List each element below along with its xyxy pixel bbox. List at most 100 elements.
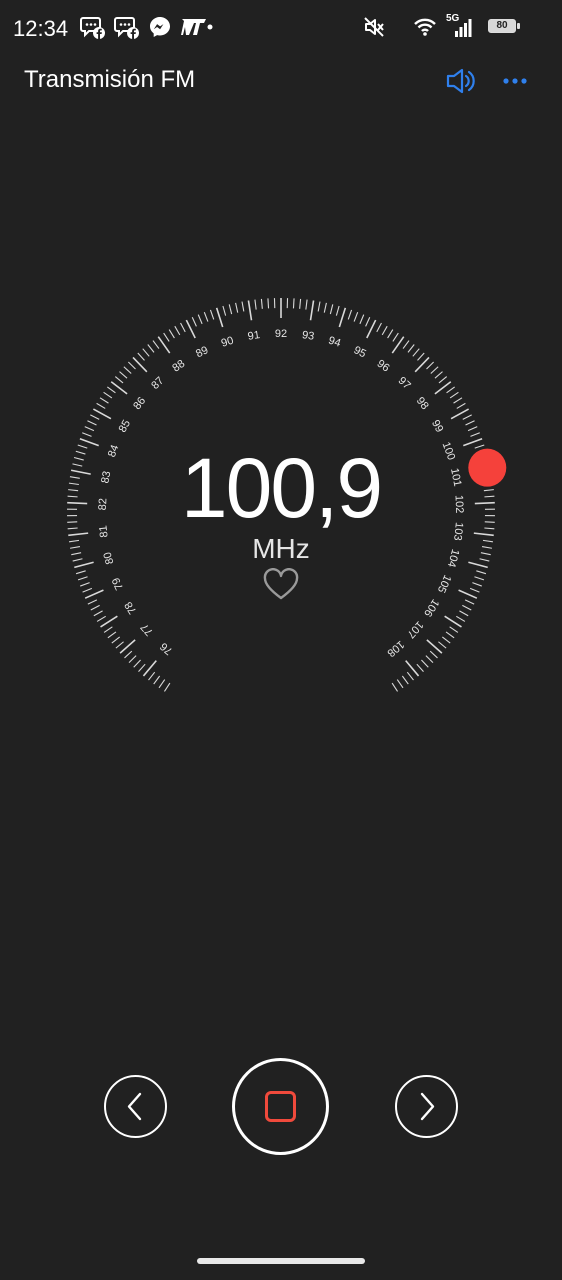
dial-label: 97 <box>396 375 413 392</box>
dial-tick <box>90 414 100 420</box>
dial-tick <box>203 312 209 322</box>
dial-tick <box>77 576 88 581</box>
dial-tick <box>127 361 136 370</box>
dial-tick <box>148 671 156 681</box>
dial-tick <box>138 663 146 673</box>
dial-tick <box>462 604 472 611</box>
chevron-left-icon <box>127 1092 142 1121</box>
dial-label: 108 <box>385 638 407 659</box>
dial-label: 86 <box>131 395 148 412</box>
dial-tick <box>247 300 253 321</box>
dial-tick <box>152 340 160 349</box>
dial-tick <box>82 432 92 437</box>
dial-tick <box>82 587 93 593</box>
dial-tick <box>474 576 485 581</box>
more-dots-icon[interactable] <box>500 66 532 96</box>
dial-tick <box>90 604 100 611</box>
dial-label: 76 <box>158 640 175 657</box>
dial-tick <box>87 599 98 605</box>
dial-label: 96 <box>375 358 392 375</box>
dial-tick <box>470 432 480 437</box>
dial-tick <box>292 298 295 309</box>
dial-tick <box>107 631 117 639</box>
dial-tick <box>209 309 215 320</box>
dial-label: 85 <box>117 418 133 435</box>
dial-tick <box>391 682 399 692</box>
dial-tick <box>115 641 124 649</box>
dial-label: 79 <box>110 576 126 592</box>
battery-icon: 80 <box>488 19 520 35</box>
dial-tick <box>353 312 359 322</box>
dial-tick <box>412 348 420 357</box>
dial-tick <box>407 344 415 353</box>
dial-tick <box>401 675 409 685</box>
dial-tick <box>222 305 227 316</box>
dial-tick <box>228 304 233 315</box>
dial-tick <box>96 615 106 622</box>
dial-tick <box>430 366 439 374</box>
dial-tick <box>163 332 170 342</box>
dial-label: 90 <box>220 335 235 350</box>
dial-tick <box>438 641 447 649</box>
dial-tick <box>449 626 459 633</box>
dial-tick <box>453 397 463 404</box>
dial-tick <box>458 589 478 599</box>
dial-tick <box>132 356 148 373</box>
dial-tick <box>429 650 438 659</box>
home-indicator[interactable] <box>197 1258 365 1264</box>
frequency-unit: MHz <box>252 533 310 564</box>
dial-tick <box>99 397 109 404</box>
dial-tick <box>414 356 430 373</box>
dial-tick <box>123 366 132 374</box>
stop-radio-button[interactable] <box>232 1058 329 1155</box>
mute-icon <box>364 17 384 37</box>
dial-tick <box>459 610 469 617</box>
dial-tick <box>260 298 263 309</box>
dial-tick <box>365 317 371 327</box>
dial-label: 87 <box>149 375 166 392</box>
dial-label: 77 <box>139 621 156 638</box>
dial-tick <box>84 426 95 432</box>
dial-tick <box>359 314 365 325</box>
battery-level: 80 <box>496 20 508 31</box>
dial-label: 92 <box>275 328 287 340</box>
dial-label: 91 <box>247 329 261 343</box>
status-notification-icons <box>80 14 214 40</box>
dial-tick <box>163 682 171 692</box>
dial-tick <box>80 582 90 587</box>
dial-tick <box>338 307 347 328</box>
dial-tick <box>309 300 315 321</box>
dial-tick <box>416 663 424 673</box>
dial-tick <box>317 301 321 312</box>
dial-tick <box>128 655 137 664</box>
dial-tick <box>449 391 459 399</box>
dial-tick <box>335 305 340 316</box>
dial-tick <box>185 319 196 339</box>
dial-tick <box>103 626 113 633</box>
dial-tick <box>87 420 97 426</box>
dial-tick <box>381 325 388 336</box>
dial-tick <box>119 639 136 654</box>
wifi-icon <box>414 18 436 36</box>
heart-outline-icon[interactable] <box>262 568 300 602</box>
dial-tick <box>133 659 141 668</box>
dial-tick <box>366 319 377 339</box>
dial-tick <box>215 307 224 328</box>
dial-tick <box>392 332 399 342</box>
dial-tick <box>425 655 434 664</box>
dial-label: 105 <box>435 573 453 595</box>
dial-tick <box>376 322 382 333</box>
dial-tick <box>158 679 166 689</box>
previous-station-button[interactable] <box>104 1075 167 1138</box>
speaker-icon[interactable] <box>444 64 478 98</box>
dial-tick <box>254 299 257 310</box>
dial-label: 95 <box>352 344 368 360</box>
dial-tick <box>197 314 203 325</box>
dial-tick <box>114 376 124 384</box>
m-app-icon <box>181 19 213 35</box>
next-station-button[interactable] <box>395 1075 458 1138</box>
dial-tick <box>426 639 443 654</box>
dial-label: 93 <box>301 329 315 343</box>
dial-tick <box>180 322 186 333</box>
dial-tick <box>464 599 475 605</box>
